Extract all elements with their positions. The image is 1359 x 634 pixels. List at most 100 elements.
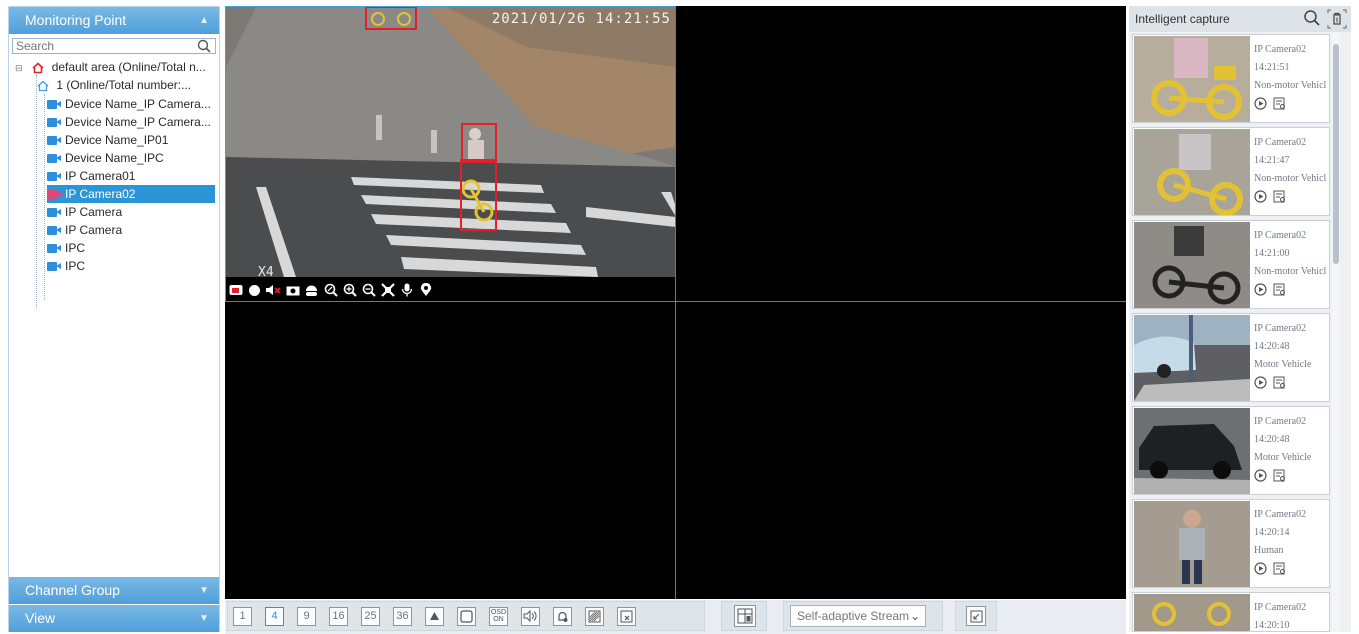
exit-fullscreen-icon[interactable] xyxy=(966,606,986,626)
layout-toolbar: 1 4 9 16 25 36 OSD ON Self-adaptive Stre… xyxy=(225,600,1126,634)
capture-card[interactable]: IP Camera02 14:20:48 Motor Vehicle xyxy=(1132,313,1330,402)
detail-icon[interactable] xyxy=(1273,190,1286,203)
stream-select[interactable]: Self-adaptive Stream ⌄ xyxy=(790,605,926,627)
play-icon[interactable] xyxy=(1254,469,1267,482)
capture-info: IP Camera02 14:21:47 Non-motor Vehicl xyxy=(1254,134,1330,188)
capture-camera: IP Camera02 xyxy=(1254,509,1307,520)
zoom-icon[interactable] xyxy=(323,283,338,298)
single-screen-icon[interactable] xyxy=(457,606,476,626)
tree-item-camera[interactable]: Device Name_IP Camera... xyxy=(47,113,211,131)
play-icon[interactable] xyxy=(1254,283,1267,296)
tree-item-camera[interactable]: IP Camera xyxy=(47,203,122,221)
tree-item-camera[interactable]: Device Name_IPC xyxy=(47,149,164,167)
capture-card[interactable]: IP Camera02 14:21:51 Non-motor Vehicl xyxy=(1132,34,1330,123)
monitoring-point-header[interactable]: Monitoring Point ▲ xyxy=(9,7,219,34)
privacy-mask-icon[interactable] xyxy=(585,606,604,626)
chevron-down-icon[interactable]: ▼ xyxy=(199,577,209,604)
play-icon[interactable] xyxy=(1254,97,1267,110)
search-icon[interactable] xyxy=(197,39,211,53)
tree-root-label: default area (Online/Total n... xyxy=(51,60,206,74)
tree-item-camera-selected[interactable]: IP Camera02 xyxy=(47,185,215,203)
tree-item-camera[interactable]: Device Name_IP01 xyxy=(47,131,168,149)
multi-screen-icon[interactable] xyxy=(734,605,756,627)
capture-thumbnail xyxy=(1134,594,1250,631)
video-cell-3[interactable] xyxy=(225,302,675,599)
capture-card[interactable]: IP Camera02 14:20:48 Motor Vehicle xyxy=(1132,406,1330,495)
search-input[interactable] xyxy=(13,39,183,53)
tree-item-camera[interactable]: Device Name_IP Camera... xyxy=(47,95,211,113)
detail-icon[interactable] xyxy=(1273,469,1286,482)
view-title: View xyxy=(25,610,56,626)
collapse-icon[interactable]: ⊟ xyxy=(15,59,25,77)
capture-type: Human xyxy=(1254,545,1284,556)
capture-time: 14:21:47 xyxy=(1254,155,1290,166)
tree-item-label: Device Name_IP Camera... xyxy=(65,115,211,129)
layout-25-button[interactable]: 25 xyxy=(361,606,380,626)
channel-group-header[interactable]: Channel Group ▼ xyxy=(9,577,219,604)
capture-scrollbar[interactable] xyxy=(1332,32,1340,632)
tree-item-camera[interactable]: IP Camera01 xyxy=(47,167,135,185)
tree-sub-area[interactable]: 1 (Online/Total number:... xyxy=(37,76,191,94)
layout-4-button[interactable]: 4 xyxy=(265,606,284,626)
scrollbar-thumb[interactable] xyxy=(1333,44,1339,264)
detail-icon[interactable] xyxy=(1273,97,1286,110)
screenshot-icon[interactable] xyxy=(228,283,243,298)
fullscreen-icon[interactable] xyxy=(380,283,395,298)
capture-thumbnail xyxy=(1134,315,1250,401)
view-header[interactable]: View ▼ xyxy=(9,605,219,632)
ptz-icon[interactable] xyxy=(304,283,319,298)
capture-card[interactable]: IP Camera02 14:20:14 Human xyxy=(1132,499,1330,588)
camera-icon xyxy=(47,100,61,110)
tree-item-camera[interactable]: IPC xyxy=(47,239,85,257)
snapshot-icon[interactable] xyxy=(285,283,300,298)
detail-icon[interactable] xyxy=(1273,283,1286,296)
record-icon[interactable] xyxy=(247,283,262,298)
chevron-down-icon[interactable]: ▼ xyxy=(199,605,209,632)
tree-item-label: IP Camera xyxy=(65,205,123,219)
tree-item-label: IPC xyxy=(65,241,86,255)
capture-type: Non-motor Vehicl xyxy=(1254,80,1327,91)
osd-toggle-button[interactable]: OSD ON xyxy=(489,606,508,626)
close-all-icon[interactable] xyxy=(617,606,636,626)
video-cell-1[interactable]: 2021/01/26 14:21:55 X4 xyxy=(225,6,676,302)
layout-16-button[interactable]: 16 xyxy=(329,606,348,626)
layout-1-button[interactable]: 1 xyxy=(233,606,252,626)
tree-root-area[interactable]: ⊟ default area (Online/Total n... xyxy=(15,58,206,76)
location-icon[interactable] xyxy=(418,283,433,298)
video-cell-4[interactable] xyxy=(676,302,1126,599)
video-cell-2[interactable] xyxy=(676,6,1126,301)
tree-item-label: Device Name_IP Camera... xyxy=(65,97,211,111)
tree-item-camera[interactable]: IP Camera xyxy=(47,221,122,239)
capture-card[interactable]: IP Camera02 14:21:00 Non-motor Vehicl xyxy=(1132,220,1330,309)
play-icon[interactable] xyxy=(1254,376,1267,389)
play-icon[interactable] xyxy=(1254,562,1267,575)
capture-info: IP Camera02 14:20:48 Motor Vehicle xyxy=(1254,413,1330,467)
detail-icon[interactable] xyxy=(1273,562,1286,575)
zoom-in-icon[interactable] xyxy=(342,283,357,298)
zoom-out-icon[interactable] xyxy=(361,283,376,298)
alarm-icon[interactable] xyxy=(553,606,572,626)
capture-camera: IP Camera02 xyxy=(1254,416,1307,427)
audio-icon[interactable] xyxy=(521,606,540,626)
capture-camera: IP Camera02 xyxy=(1254,44,1307,55)
talk-icon[interactable] xyxy=(399,283,414,298)
channel-group-title: Channel Group xyxy=(25,582,120,598)
detail-icon[interactable] xyxy=(1273,376,1286,389)
capture-info: IP Camera02 14:20:48 Motor Vehicle xyxy=(1254,320,1330,374)
mute-icon[interactable] xyxy=(266,283,281,298)
delete-icon[interactable] xyxy=(1327,9,1347,29)
capture-card[interactable]: IP Camera02 14:20:10 xyxy=(1132,592,1330,632)
capture-card[interactable]: IP Camera02 14:21:47 Non-motor Vehicl xyxy=(1132,127,1330,216)
layout-button-group: 1 4 9 16 25 36 OSD ON xyxy=(227,601,705,631)
multi-screen-group xyxy=(721,601,767,631)
layout-9-button[interactable]: 9 xyxy=(297,606,316,626)
search-icon[interactable] xyxy=(1303,9,1321,27)
chevron-up-icon[interactable]: ▲ xyxy=(199,7,209,34)
play-icon[interactable] xyxy=(1254,190,1267,203)
capture-camera: IP Camera02 xyxy=(1254,230,1307,241)
video-cell-toolbar xyxy=(228,281,433,299)
layout-36-button[interactable]: 36 xyxy=(393,606,412,626)
zoom-indicator: X4 xyxy=(258,265,274,280)
tree-item-camera[interactable]: IPC xyxy=(47,257,85,275)
sequence-icon[interactable] xyxy=(425,606,444,626)
